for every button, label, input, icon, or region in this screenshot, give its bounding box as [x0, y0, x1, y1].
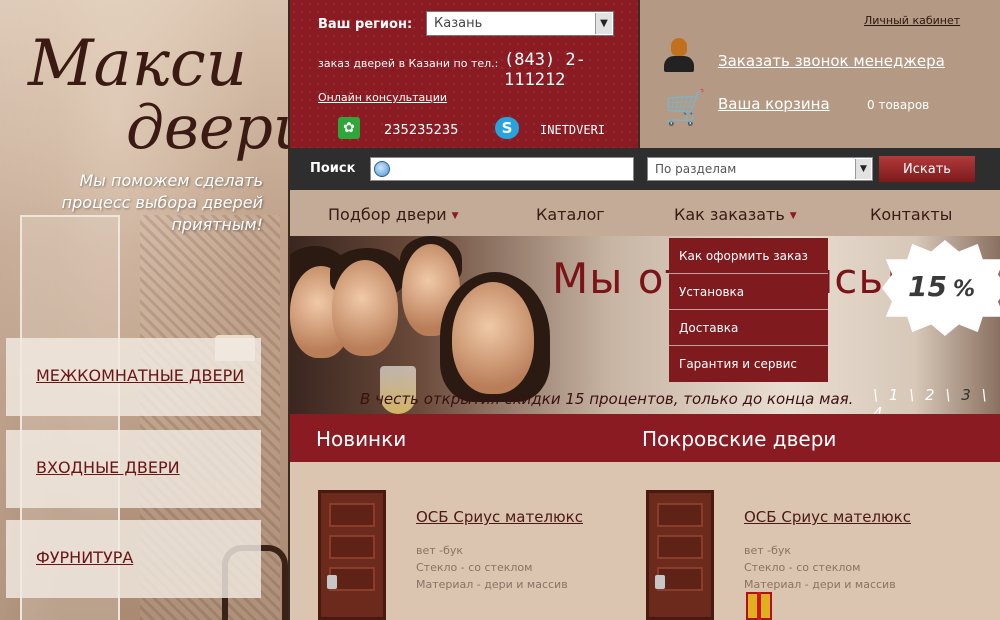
category-link-hardware[interactable]: ФУРНИТУРА: [36, 548, 133, 567]
pager-page-4[interactable]: 4: [873, 404, 883, 414]
logo-line-1: Макси: [28, 27, 247, 101]
search-input[interactable]: [370, 157, 634, 181]
icq-number: 235235235: [384, 123, 459, 138]
search-bar: Поиск По разделам ▼ Искать: [290, 148, 1000, 190]
dropdown-item-delivery[interactable]: Доставка: [669, 310, 828, 346]
product-image[interactable]: [318, 490, 386, 620]
skype-name: INETDVERI: [540, 123, 606, 137]
product-attr: Материал - дери и массив: [416, 578, 568, 591]
product-attr: вет -бук: [416, 544, 464, 557]
phone-number: (843) 2-111212: [504, 50, 586, 90]
cart-count: 0 товаров: [867, 98, 930, 112]
region-select[interactable]: Казань ▼: [426, 11, 614, 36]
phone-caption: заказ дверей в Казани по тел.:: [318, 57, 499, 70]
product-title-link[interactable]: ОСБ Сриус мателюкс: [416, 508, 583, 526]
discount-sign: %: [952, 277, 976, 302]
category-box-hardware: ФУРНИТУРА: [6, 520, 261, 598]
section-title-new: Новинки: [316, 427, 407, 451]
discount-badge-text: 15%: [908, 270, 975, 303]
door-panel: [657, 503, 703, 527]
pager-separator: \: [945, 386, 951, 404]
search-button[interactable]: Искать: [879, 156, 975, 182]
how-to-order-dropdown: Как оформить заказ Установка Доставка Га…: [669, 238, 828, 382]
nav-item-label: Каталог: [536, 205, 605, 224]
door-panel: [329, 503, 375, 527]
category-link-interior-doors[interactable]: МЕЖКОМНАТНЫЕ ДВЕРИ: [36, 366, 244, 385]
dropdown-item-how-to-place-order[interactable]: Как оформить заказ: [669, 238, 828, 274]
manager-icon-head: [671, 38, 687, 56]
door-handle: [327, 575, 337, 589]
nav-item-label: Контакты: [870, 205, 953, 224]
nav-item-door-selection[interactable]: Подбор двери ▼: [328, 205, 459, 224]
product-attr: Стекло - со стеклом: [416, 561, 533, 574]
product-image[interactable]: [646, 490, 714, 620]
pager-page-3[interactable]: 3: [961, 386, 971, 404]
category-box-entrance: ВХОДНЫЕ ДВЕРИ: [6, 430, 261, 508]
section-title-pokrov: Покровские двери: [642, 427, 837, 451]
pager-separator: \: [981, 386, 987, 404]
door-panel: [657, 535, 703, 559]
section-selected-value: По разделам: [655, 162, 737, 176]
region-panel: Ваш регион: Казань ▼ заказ дверей в Каза…: [290, 0, 638, 148]
nav-item-how-to-order[interactable]: Как заказать ▼: [674, 205, 797, 224]
icq-icon[interactable]: ✿: [338, 117, 360, 139]
manager-icon-body: [664, 56, 694, 72]
chevron-down-icon[interactable]: ▼: [595, 13, 612, 34]
gift-icon: [746, 592, 772, 620]
section-header-bar: Новинки Покровские двери: [290, 414, 1000, 462]
skype-icon[interactable]: S: [495, 117, 519, 139]
photo-face: [332, 260, 398, 356]
nav-item-contacts[interactable]: Контакты: [870, 205, 952, 224]
caret-down-icon: ▼: [451, 210, 459, 221]
region-selected-value: Казань: [434, 16, 483, 31]
door-panel: [329, 535, 375, 559]
product-attr: вет -бук: [744, 544, 792, 557]
discount-value: 15: [908, 270, 947, 303]
cart-icon[interactable]: 🛒: [664, 88, 706, 128]
call-manager-link[interactable]: Заказать звонок менеджера: [718, 52, 945, 70]
online-consultation-link[interactable]: Онлайн консультации: [318, 91, 447, 104]
pager-page-2[interactable]: 2: [925, 386, 935, 404]
pager-page-1[interactable]: 1: [889, 386, 899, 404]
category-link-entrance-doors[interactable]: ВХОДНЫЕ ДВЕРИ: [36, 458, 180, 477]
magnifier-icon: [374, 161, 390, 177]
caret-down-icon: ▼: [789, 210, 797, 221]
dropdown-item-installation[interactable]: Установка: [669, 274, 828, 310]
nav-item-label: Как заказать: [674, 205, 785, 224]
logo[interactable]: Макси двери: [28, 32, 288, 160]
manager-icon: [662, 38, 696, 72]
pager-separator: \: [909, 386, 915, 404]
photo-face: [452, 282, 534, 394]
left-column: Макси двери Мы поможем сделать процесс в…: [0, 0, 288, 620]
pager-separator: \: [873, 386, 879, 404]
category-box-interior: МЕЖКОМНАТНЫЕ ДВЕРИ: [6, 338, 261, 416]
product-title-link[interactable]: ОСБ Сриус мателюкс: [744, 508, 911, 526]
region-label: Ваш регион:: [318, 17, 413, 32]
section-select[interactable]: По разделам ▼: [647, 157, 873, 181]
door-handle: [655, 575, 665, 589]
product-attr: Стекло - со стеклом: [744, 561, 861, 574]
product-attr: Материал - дери и массив: [744, 578, 896, 591]
slogan: Мы поможем сделать процесс выбора дверей…: [61, 171, 263, 234]
dropdown-item-warranty[interactable]: Гарантия и сервис: [669, 346, 828, 382]
search-label: Поиск: [310, 161, 356, 176]
promo-banner[interactable]: Мы открылись! В честь открытия скидки 15…: [290, 236, 1000, 414]
nav-item-label: Подбор двери: [328, 205, 447, 224]
main-nav: Подбор двери ▼ Каталог Как заказать ▼ Конт…: [290, 190, 1000, 236]
nav-item-catalog[interactable]: Каталог: [536, 205, 605, 224]
personal-cabinet-link[interactable]: Личный кабинет: [864, 14, 960, 27]
cart-link[interactable]: Ваша корзина: [718, 95, 830, 113]
banner-pager: \ 1 \ 2 \ 3 \ 4: [870, 386, 1000, 414]
account-panel: Личный кабинет Заказать звонок менеджера…: [640, 0, 1000, 148]
logo-line-2: двери: [126, 93, 288, 163]
banner-caption: В честь открытия скидки 15 процентов, то…: [360, 390, 854, 408]
chevron-down-icon[interactable]: ▼: [855, 159, 871, 179]
products-area: ОСБ Сриус мателюкс вет -бук Стекло - со …: [290, 462, 1000, 620]
